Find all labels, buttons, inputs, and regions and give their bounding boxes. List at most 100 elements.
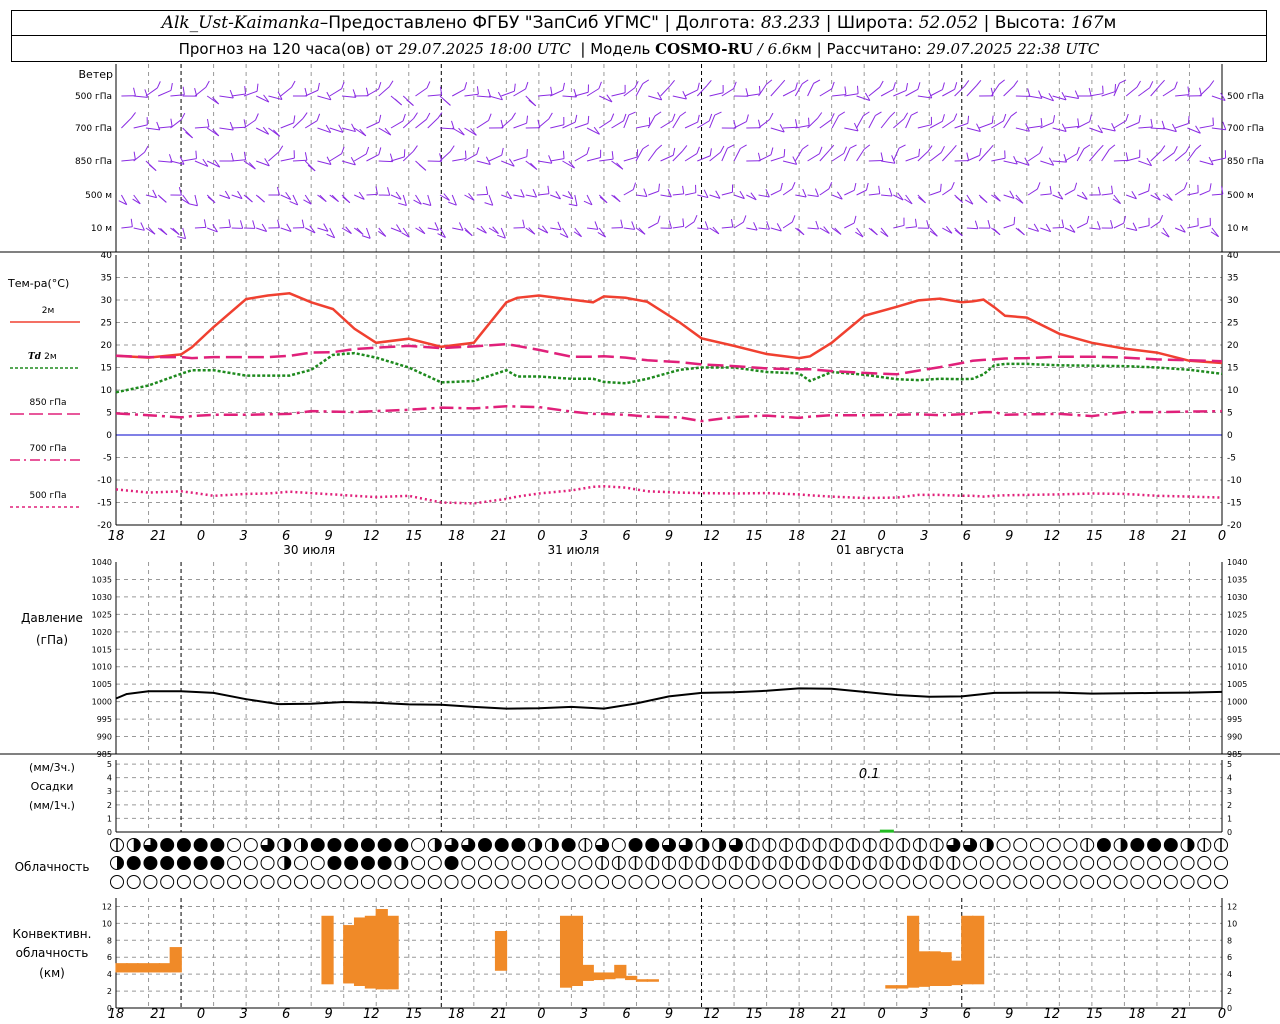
wind-barb [550,124,565,129]
temp-ytick-right: 40 [1227,251,1239,261]
wind-barb-feather [387,187,391,196]
wind-barb [990,84,1000,97]
wind-barb [856,227,864,238]
cloud-symbol [193,875,208,889]
wind-barb [1064,125,1079,129]
wind-barb [133,194,141,205]
cloud-symbol [411,875,426,889]
wind-barb [574,153,588,162]
wind-barb [427,194,432,206]
time-xtick-label: 18 [1129,529,1146,544]
cloud-symbol [511,838,526,852]
cloud-symbol [327,838,342,852]
wind-barb [635,124,650,129]
wind-barb-feather [1052,115,1056,123]
temp-legend-label: Td 2м [28,352,57,362]
cloud-symbol [946,875,961,889]
cloud-symbol [912,875,927,889]
precip-ytick-right: 4 [1227,774,1232,783]
wind-barb-feather [853,182,857,191]
wind-barb-feather [1114,84,1117,92]
time-xtick-label-bottom: 18 [788,1007,805,1022]
wind-barb [684,121,698,129]
conv-bar [581,964,594,981]
cloud-symbol-mark [986,838,994,852]
cloud-symbol [310,856,325,870]
cloud-symbol [1130,838,1145,852]
wind-barb [537,118,550,129]
wind-barb [219,95,234,99]
cloud-symbol [1030,838,1044,852]
wind-barb-feather [1097,186,1101,196]
wind-barb [697,155,711,162]
wind-barb-feather [704,221,709,230]
wind-barb [880,88,894,97]
wind-barb-feather [1109,144,1116,150]
precip-unit-3h: (мм/3ч.) [29,761,75,774]
wind-barb-feather [1074,182,1078,190]
wind-barb-feather [613,195,621,203]
time-xtick-label-bottom: 21 [1171,1007,1188,1022]
temp-ytick-right: 30 [1227,296,1239,306]
wind-barb-feather [182,86,185,95]
cloud-symbol [528,875,543,889]
wind-barb-feather [532,189,538,198]
wind-barb [929,190,941,196]
wind-barb-feather [730,218,734,228]
time-xtick-label-bottom: 21 [491,1007,508,1022]
cloud-symbol [846,875,860,889]
cloud-symbol [427,875,442,889]
wind-barb [807,227,819,230]
precip-ytick-right: 3 [1227,787,1232,796]
wind-barb-feather [879,80,884,88]
wind-barb-feather [954,82,958,90]
pressure-panel-unit: (гПа) [36,633,68,647]
wind-barb [292,159,307,162]
wind-barb [1150,85,1161,97]
wind-barb-feather [1102,85,1104,94]
wind-barb [623,156,638,162]
wind-barb-feather [550,86,553,95]
wind-barb-feather [256,83,259,92]
wind-barb [1101,149,1110,162]
wind-barb-feather [1195,144,1202,151]
cloud-symbol [143,875,158,889]
wind-barb [1174,151,1187,162]
wind-barb [648,222,659,229]
cloud-symbol [294,856,308,870]
wind-level-label-left: 500 гПа [75,92,112,102]
meteogram-chart: Ветер 500 гПа 500 гПа 700 гПа 700 гПа 850 гПа… [0,64,1280,1022]
wind-barb-feather [979,147,982,156]
wind-barb [868,193,880,196]
time-xtick-label-bottom: 15 [405,1007,422,1022]
conv-bar [375,909,388,990]
wind-barb-feather [1183,182,1188,190]
wind-level-label-left: 850 гПа [75,157,112,167]
time-xtick-label-bottom: 3 [239,1007,247,1022]
cloud-symbol [227,856,242,870]
conv-bar [885,985,898,989]
wind-barb-feather [911,111,919,116]
temp-ytick-right: 20 [1227,341,1239,351]
wind-barb [1187,149,1197,162]
date-label: 31 июля [547,543,599,557]
wind-barb [562,95,577,98]
cloud-symbol [1046,875,1061,889]
conv-ytick-left: 8 [107,936,112,945]
wind-barb [733,221,744,229]
wind-barb-feather [1187,86,1190,95]
wind-barb-feather [130,112,136,119]
wind-barb-feather [941,114,945,122]
cloud-symbol [478,856,492,870]
cloud-symbol [461,875,476,889]
pressure-ytick-right: 1030 [1227,593,1247,602]
cloud-symbol [561,838,576,852]
wind-barb [758,194,770,198]
wind-barb-feather [426,112,431,120]
wind-level-label-right: 850 гПа [1227,157,1264,167]
wind-barb-feather [458,222,464,231]
wind-barb [1150,127,1165,130]
cloud-symbol [1180,856,1195,870]
wind-barb-feather [1222,121,1227,130]
cloud-symbol [1030,856,1044,870]
